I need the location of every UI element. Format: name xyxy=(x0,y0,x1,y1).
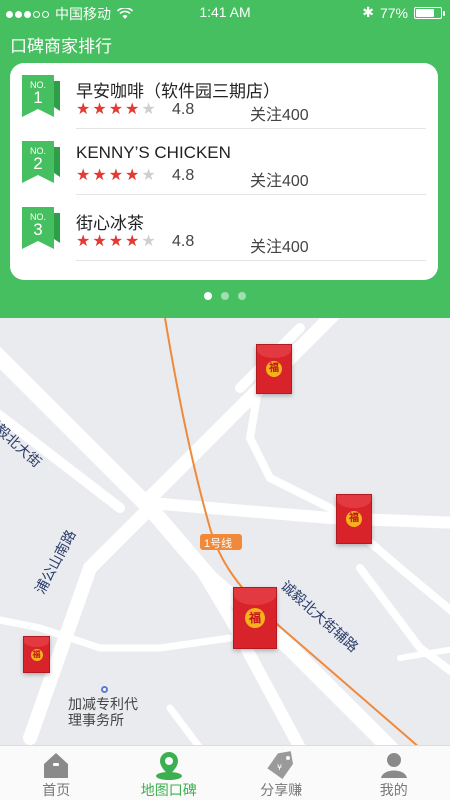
battery-icon xyxy=(414,6,445,19)
star-icon: ★ xyxy=(108,167,124,184)
rank-badge-icon: NO. 3 xyxy=(22,207,62,249)
tab-label: 我的 xyxy=(379,782,408,798)
red-packet[interactable]: 福 xyxy=(233,587,277,649)
star-icon: ★ xyxy=(125,167,140,184)
home-icon xyxy=(41,750,71,780)
follower-count: 关注400 xyxy=(250,173,309,190)
star-icon: ★ xyxy=(92,101,107,118)
pager-dot[interactable] xyxy=(221,292,229,300)
star-icon: ★ xyxy=(141,233,156,250)
star-icon: ★ xyxy=(76,167,91,184)
store-name: KENNY’S CHICKEN xyxy=(76,143,231,162)
poi-marker-icon xyxy=(101,686,108,693)
pager-dot[interactable] xyxy=(238,292,246,300)
star-rating: ★ ★ ★ ★ ★ xyxy=(76,101,156,119)
rank-number: 3 xyxy=(33,220,43,239)
carousel-pager[interactable] xyxy=(0,292,450,300)
pager-dot[interactable] xyxy=(204,292,212,300)
star-icon: ★ xyxy=(125,233,140,250)
metro-line-label: 1号线 xyxy=(204,538,233,550)
tab-label: 首页 xyxy=(42,782,71,798)
rank-badge-icon: NO. 2 xyxy=(22,141,62,183)
red-packet-icon: 福 xyxy=(346,511,362,527)
bottom-tab-bar: 首页 地图口碑 ¥ 分享赚 我的 xyxy=(0,745,450,800)
star-icon: ★ xyxy=(108,101,124,118)
ranking-row[interactable]: NO. 1 早安咖啡（软件园三期店） ★ ★ ★ ★ ★ 4.8 关注400 xyxy=(10,63,438,129)
star-icon: ★ xyxy=(92,167,107,184)
star-icon: ★ xyxy=(141,167,156,184)
status-bar: 中国移动 1:41 AM ✱ 77% xyxy=(0,0,450,24)
red-packet[interactable]: 福 xyxy=(23,636,50,673)
tab-label: 地图口碑 xyxy=(140,782,197,798)
header-area: 中国移动 1:41 AM ✱ 77% 口碑商家排行 NO. 1 早安咖啡（软件园三期… xyxy=(0,0,450,318)
tab-home[interactable]: 首页 xyxy=(0,746,113,800)
poi-label-line: 加减专利代 xyxy=(68,696,138,712)
tab-label: 分享赚 xyxy=(260,782,303,798)
poi-label-line: 理事务所 xyxy=(68,712,124,728)
follower-count: 关注400 xyxy=(250,239,309,256)
rank-number: 1 xyxy=(33,88,43,107)
star-icon: ★ xyxy=(76,101,91,118)
star-icon: ★ xyxy=(92,233,107,250)
rating-score: 4.8 xyxy=(172,233,195,250)
red-packet[interactable]: 福 xyxy=(336,494,372,544)
tab-map-pin[interactable]: 地图口碑 xyxy=(113,746,226,800)
ranking-row[interactable]: NO. 2 KENNY’S CHICKEN ★ ★ ★ ★ ★ 4.8 关注400 xyxy=(10,129,438,195)
map-pin-icon xyxy=(154,750,184,780)
section-title: 口碑商家排行 xyxy=(10,37,112,56)
red-packet-icon: 福 xyxy=(266,361,282,377)
star-rating: ★ ★ ★ ★ ★ xyxy=(76,233,156,251)
tab-price-tag[interactable]: ¥ 分享赚 xyxy=(225,746,338,800)
bluetooth-icon: ✱ xyxy=(362,4,374,20)
price-tag-icon: ¥ xyxy=(266,750,296,780)
rank-number: 2 xyxy=(33,154,43,173)
battery-percent: 77% xyxy=(379,4,408,21)
star-icon: ★ xyxy=(76,233,91,250)
divider xyxy=(76,260,426,261)
rating-score: 4.8 xyxy=(172,101,195,118)
user-icon xyxy=(379,750,409,780)
star-rating: ★ ★ ★ ★ ★ xyxy=(76,167,156,185)
star-icon: ★ xyxy=(125,101,140,118)
follower-count: 关注400 xyxy=(250,107,309,124)
poi-label[interactable]: 加减专利代 理事务所 xyxy=(68,696,138,728)
tab-user[interactable]: 我的 xyxy=(338,746,450,800)
rank-badge-icon: NO. 1 xyxy=(22,75,62,117)
map-view[interactable]: 诚毅北大街 浦公山南路 诚毅北大街辅路 1号线 加减专利代 理事务所 福 福 福… xyxy=(0,318,450,745)
store-name: 街心冰茶 xyxy=(76,214,144,233)
star-icon: ★ xyxy=(108,233,124,250)
red-packet-icon: 福 xyxy=(30,648,43,661)
star-icon: ★ xyxy=(141,101,156,118)
rating-score: 4.8 xyxy=(172,167,195,184)
store-name: 早安咖啡（软件园三期店） xyxy=(76,82,280,101)
red-packet[interactable]: 福 xyxy=(256,344,292,394)
ranking-row[interactable]: NO. 3 街心冰茶 ★ ★ ★ ★ ★ 4.8 关注400 xyxy=(10,195,438,261)
red-packet-icon: 福 xyxy=(245,608,265,628)
svg-text:¥: ¥ xyxy=(277,763,282,772)
ranking-card[interactable]: NO. 1 早安咖啡（软件园三期店） ★ ★ ★ ★ ★ 4.8 关注400 NO. 2 KENNY’S… xyxy=(10,63,438,280)
